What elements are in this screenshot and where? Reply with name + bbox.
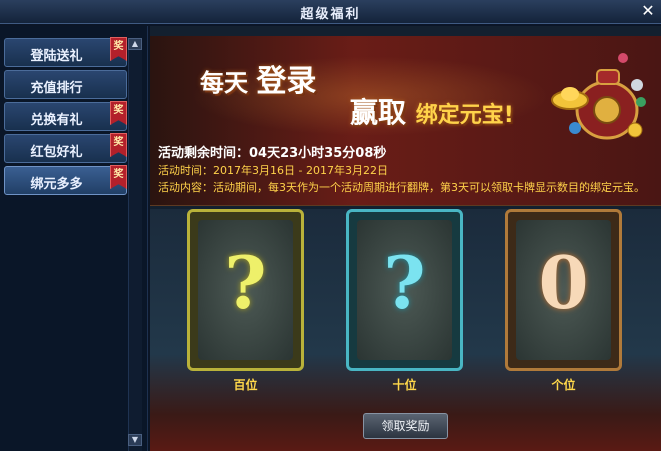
card-tens[interactable]: ?: [346, 209, 463, 371]
event-banner: 每天 登录 赢取 绑定元宝! 活动剩余时间：04天23小时35分08秒 活动时间…: [150, 36, 661, 206]
sidebar-item-login-gift[interactable]: 登陆送礼 奖: [4, 37, 127, 67]
banner-headline-daily-login: 每天 登录: [200, 56, 316, 100]
headline-part: 赢取: [350, 96, 407, 129]
sidebar: 登陆送礼 奖 充值排行 兑换有礼 奖 红包好礼 奖 绑元多多 奖 ▲ ▼: [0, 26, 148, 451]
card-label-ones: 个位: [551, 378, 576, 392]
reward-badge-icon: 奖: [110, 165, 127, 189]
reward-badge-icon: 奖: [110, 101, 127, 125]
reward-badge-icon: 奖: [110, 133, 127, 157]
event-description: 活动内容：活动期间，每3天作为一个活动周期进行翻牌，第3天可以领取卡牌显示数目的…: [158, 181, 645, 194]
main-panel: 每天 登录 赢取 绑定元宝! 活动剩余时间：04天23小时35分08秒 活动时间…: [150, 26, 661, 451]
sidebar-item-red-packet[interactable]: 红包好礼 奖: [4, 133, 127, 163]
banner-headline-win-ingot: 赢取 绑定元宝!: [350, 91, 514, 131]
event-time-range: 活动时间：2017年3月16日 - 2017年3月22日: [158, 164, 388, 177]
sidebar-item-label: 兑换有礼: [30, 113, 83, 128]
scroll-up-icon[interactable]: ▲: [128, 38, 142, 50]
sidebar-item-label: 红包好礼: [30, 145, 83, 160]
card-value: ?: [224, 240, 267, 325]
treasure-bag-icon: [551, 53, 646, 140]
window-title: 超级福利: [300, 7, 361, 22]
sidebar-item-exchange-gift[interactable]: 兑换有礼 奖: [4, 101, 127, 131]
card-label-tens: 十位: [392, 378, 417, 392]
card-ones[interactable]: 0: [505, 209, 622, 371]
sidebar-item-bound-ingot[interactable]: 绑元多多 奖: [4, 165, 127, 195]
title-bar: 超级福利 ✕: [0, 0, 661, 24]
sidebar-item-recharge-ranking[interactable]: 充值排行: [4, 70, 127, 99]
reward-badge-icon: 奖: [110, 37, 127, 61]
sidebar-scrollbar[interactable]: [128, 38, 142, 451]
sidebar-item-label: 充值排行: [30, 81, 83, 96]
card-label-hundreds: 百位: [233, 378, 258, 392]
scroll-down-icon[interactable]: ▼: [128, 434, 142, 446]
countdown-text: 活动剩余时间：04天23小时35分08秒: [158, 146, 387, 161]
card-value: ?: [383, 240, 426, 325]
headline-part: 每天: [200, 69, 248, 97]
headline-part: 登录: [256, 64, 317, 99]
headline-part: 绑定元宝!: [415, 103, 514, 128]
sidebar-item-label: 登陆送礼: [30, 49, 83, 64]
card-hundreds[interactable]: ?: [187, 209, 304, 371]
sidebar-item-label: 绑元多多: [30, 177, 83, 192]
claim-reward-button[interactable]: 领取奖励: [363, 413, 448, 439]
card-value: 0: [538, 240, 589, 325]
close-icon[interactable]: ✕: [639, 1, 657, 21]
